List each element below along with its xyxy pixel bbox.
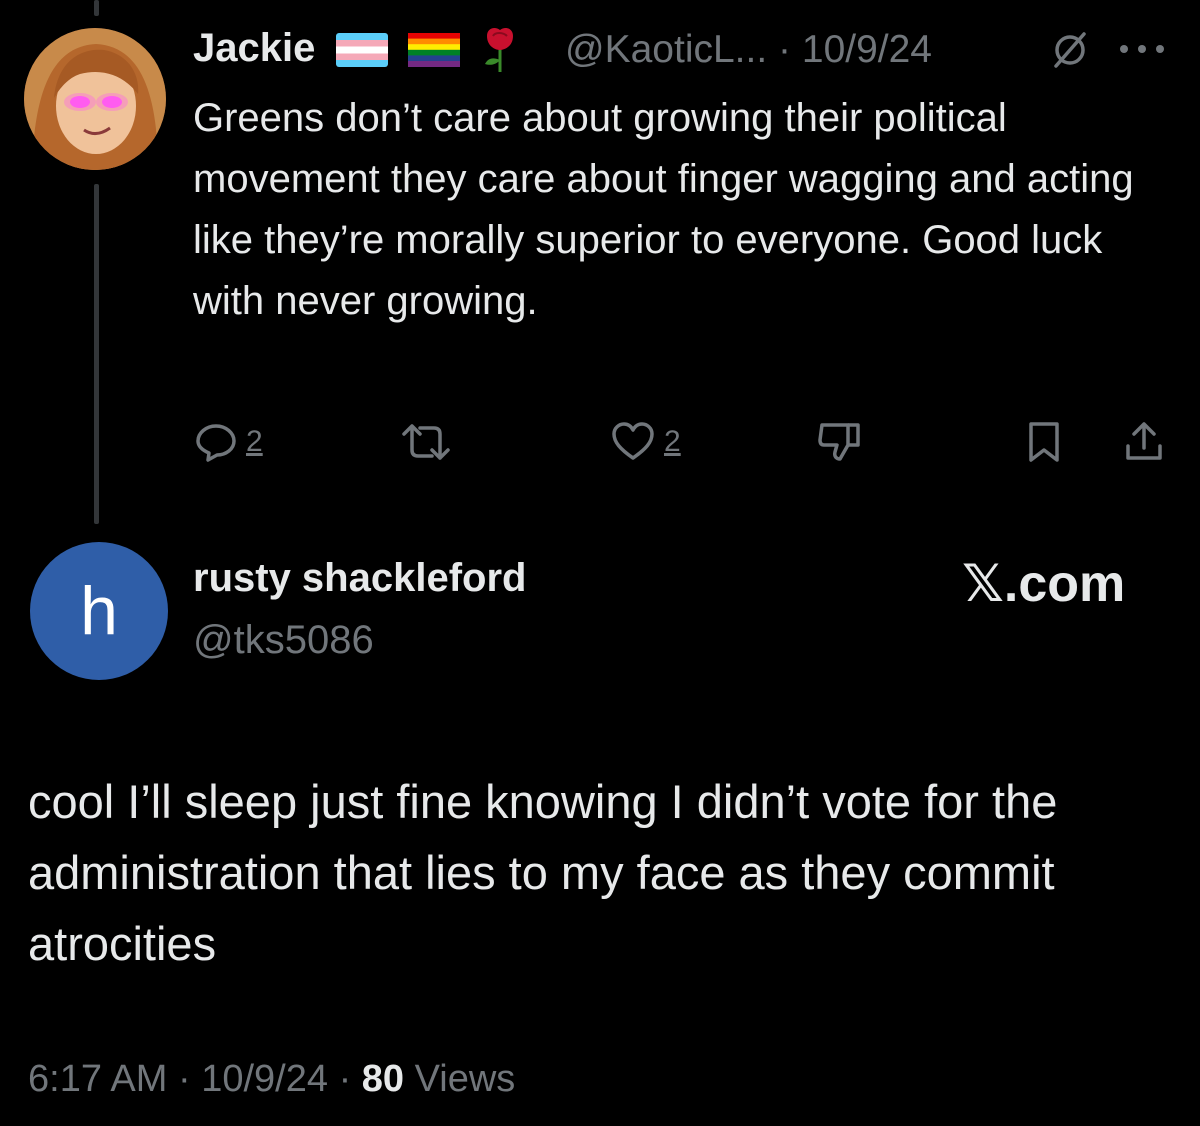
tweet-meta: 6:17 AM · 10/9/24 · 80 Views [28,1058,515,1101]
author-name[interactable]: Jackie [193,26,519,74]
thumbs-down-icon [818,423,860,461]
share-button[interactable] [1122,418,1166,466]
reply-icon [196,424,236,462]
author-name[interactable]: rusty shackleford [193,556,526,601]
thread-line-top [94,0,99,16]
repost-icon [402,424,450,460]
post-time[interactable]: 6:17 AM [28,1058,167,1100]
thread-line [94,184,99,524]
avatar[interactable]: h [30,542,168,680]
handle-date[interactable]: @KaoticL... · 10/9/24 [565,28,932,72]
repost-button[interactable] [398,418,454,466]
rose-icon [484,28,513,73]
x-com-watermark: 𝕏.com [962,555,1126,613]
grok-icon[interactable] [1050,30,1090,70]
post-date[interactable]: 10/9/24 [802,28,932,71]
heart-icon [612,422,654,460]
views-count: 80 [361,1058,405,1100]
reply-count: 2 [246,425,263,458]
share-icon [1126,422,1162,460]
views-label: Views [414,1058,516,1100]
author-name-text[interactable]: Jackie [193,26,315,70]
bookmark-icon [1029,422,1059,462]
tweet-text: cool I’ll sleep just fine knowing I didn… [28,775,1058,970]
separator: · [177,1058,191,1100]
more-icon[interactable] [1118,42,1166,56]
avatar[interactable] [24,28,166,170]
separator: · [778,28,792,71]
avatar-illustration [24,28,166,170]
tweet-text: Greens don’t care about growing their po… [193,96,1134,323]
transgender-flag-icon [336,33,389,68]
like-count: 2 [664,425,681,458]
like-button[interactable]: 2 [610,418,681,466]
rainbow-flag-icon [407,33,460,68]
bookmark-button[interactable] [1026,418,1062,466]
dislike-button[interactable] [816,418,862,466]
author-handle[interactable]: @tks5086 [193,618,374,663]
post-date[interactable]: 10/9/24 [201,1058,328,1100]
reply-button[interactable]: 2 [194,418,263,466]
author-handle[interactable]: @KaoticL... [565,28,767,71]
separator: · [338,1058,352,1100]
